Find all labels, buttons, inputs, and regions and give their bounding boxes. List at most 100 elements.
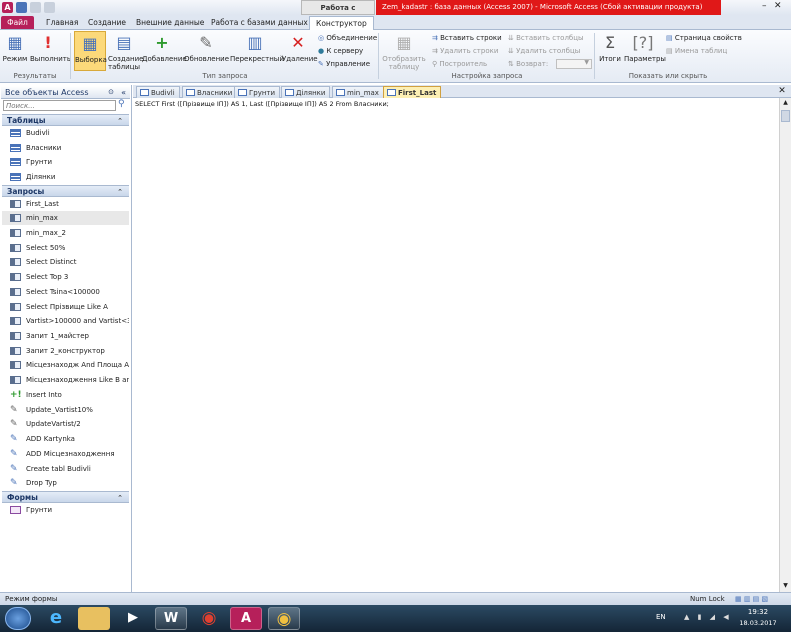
media-player-icon[interactable]: ▶ — [117, 607, 149, 630]
nav-query-item[interactable]: ✎ Create tabl Budivli — [2, 462, 129, 476]
ie-icon[interactable]: e — [40, 607, 72, 630]
sigma-icon: Σ — [604, 33, 616, 52]
nav-table-item[interactable]: Грунти — [2, 155, 129, 169]
clock-time[interactable]: 19:32 — [742, 608, 774, 616]
scroll-thumb[interactable] — [781, 110, 790, 122]
builder-button[interactable]: ⚲ Построитель — [432, 60, 487, 68]
sql-text[interactable]: SELECT First ([Прізвище ІП]) AS 1, Last … — [135, 100, 389, 108]
nav-query-item[interactable]: Select Tsina<100000 — [2, 285, 129, 299]
doc-tab[interactable]: min_max — [332, 86, 384, 98]
return-dropdown[interactable]: ▼ — [556, 59, 592, 69]
access-icon[interactable]: A — [230, 607, 262, 630]
tray-icons[interactable]: ▲ ▮ ◢ ◀ — [684, 613, 732, 621]
view-icons[interactable]: ▦ ▥ ▤ ▧ — [735, 593, 768, 605]
section-forms[interactable]: Формы ⌃ — [2, 491, 129, 503]
nav-query-item[interactable]: ✎ ADD Місцезнаходження — [2, 447, 129, 461]
nav-query-item[interactable]: ✎ Update_Vartist10% — [2, 403, 129, 417]
nav-query-item[interactable]: Запит 2_конструктор — [2, 344, 129, 358]
group-query-setup-label: Настройка запроса — [451, 72, 523, 80]
ribbon-separator — [378, 33, 379, 79]
select-query-button[interactable]: ▦ Выборка — [74, 31, 107, 71]
nav-search-input[interactable] — [3, 100, 116, 111]
nav-query-item[interactable]: ✎ ADD Kartynka — [2, 432, 129, 446]
nav-query-item[interactable]: +! Insert Into — [2, 388, 129, 402]
tab-file[interactable]: Файл — [1, 16, 34, 29]
insert-rows-button[interactable]: ⇉ Вставить строки — [432, 34, 502, 42]
doc-tab[interactable]: Власники — [182, 86, 238, 98]
access-logo-icon[interactable]: A — [2, 2, 13, 13]
nav-query-item[interactable]: ✎ UpdateVartist/2 — [2, 417, 129, 431]
tab-design[interactable]: Конструктор — [309, 16, 374, 30]
nav-dropdown-icon[interactable]: ⊙ — [108, 86, 114, 99]
view-mode-button[interactable]: ▦ Режим — [2, 33, 28, 63]
nav-query-item[interactable]: Select 50% — [2, 241, 129, 255]
collapse-pane-icon[interactable]: « — [121, 86, 126, 99]
nav-pane-header[interactable]: Все объекты Access ⊙ « — [1, 86, 130, 99]
nav-query-item[interactable]: ✎ Drop Typ — [2, 476, 129, 490]
nav-query-item[interactable]: Місцезнаходження Like B an... — [2, 373, 129, 387]
nav-form-item[interactable]: Грунти — [2, 503, 129, 517]
doc-tab[interactable]: Ділянки — [281, 86, 331, 98]
nav-query-item[interactable]: Vartist>100000 and Vartist<3... — [2, 314, 129, 328]
chrome-window-icon[interactable]: ◉ — [268, 607, 300, 630]
union-button[interactable]: ◎ Объединение — [318, 34, 377, 42]
query-icon — [10, 376, 21, 384]
tab-database-tools[interactable]: Работа с базами данных — [205, 16, 314, 29]
nav-query-item[interactable]: min_max — [2, 211, 129, 225]
save-icon[interactable] — [16, 2, 27, 13]
tab-home[interactable]: Главная — [40, 16, 84, 29]
language-indicator[interactable]: EN — [656, 613, 666, 621]
nav-query-item[interactable]: First_Last — [2, 197, 129, 211]
parameters-icon: [?] — [632, 33, 654, 52]
close-icon[interactable]: ✕ — [774, 1, 782, 11]
undo-icon[interactable] — [30, 2, 41, 13]
update-button[interactable]: ✎ Обновление — [184, 33, 229, 63]
append-button[interactable]: + Добавление — [142, 33, 187, 63]
delete-query-button[interactable]: ✕ Удаление — [282, 33, 318, 63]
make-table-button[interactable]: ▤ Создание таблицы — [108, 33, 143, 71]
doc-tab[interactable]: Грунти — [234, 86, 281, 98]
totals-button[interactable]: Σ Итоги — [598, 33, 622, 63]
nav-query-item[interactable]: Select Distinct — [2, 255, 129, 269]
nav-query-item[interactable]: min_max_2 — [2, 226, 129, 240]
close-document-icon[interactable]: ✕ — [777, 86, 787, 96]
table-icon — [10, 158, 21, 166]
nav-query-item[interactable]: Select Top 3 — [2, 270, 129, 284]
doc-tab[interactable]: Budivli — [136, 86, 180, 98]
minimize-icon[interactable]: – — [762, 1, 767, 11]
parameters-button[interactable]: [?] Параметры — [624, 33, 666, 63]
scroll-down-icon[interactable]: ▼ — [781, 582, 790, 591]
nav-query-item[interactable]: Select Прізвище Like A — [2, 300, 129, 314]
delete-rows-button[interactable]: ⇉ Удалить строки — [432, 47, 498, 55]
search-icon[interactable]: ⚲ — [118, 99, 125, 109]
query-icon — [10, 214, 21, 222]
chrome-icon[interactable]: ◉ — [193, 607, 225, 630]
pass-through-button[interactable]: ● К серверу — [318, 47, 363, 55]
doc-tab-active[interactable]: First_Last — [383, 86, 442, 98]
crosstab-button[interactable]: ▥ Перекрестный — [230, 33, 284, 63]
tab-external-data[interactable]: Внешние данные — [130, 16, 210, 29]
section-queries[interactable]: Запросы ⌃ — [2, 185, 129, 197]
start-button[interactable] — [5, 607, 31, 630]
vertical-scrollbar[interactable]: ▲ ▼ — [779, 98, 791, 592]
tab-create[interactable]: Создание — [82, 16, 132, 29]
nav-query-item[interactable]: Місцезнаходж And Площа А... — [2, 358, 129, 372]
delete-columns-button[interactable]: ⇊ Удалить столбцы — [508, 47, 580, 55]
show-table-button[interactable]: ▦ Отобразить таблицу — [382, 33, 426, 71]
run-button[interactable]: ! Выполнить — [30, 33, 71, 63]
data-definition-button[interactable]: ✎ Управление — [318, 60, 370, 68]
table-names-button[interactable]: ▤ Имена таблиц — [666, 47, 727, 55]
section-tables[interactable]: Таблицы ⌃ — [2, 114, 129, 126]
property-sheet-button[interactable]: ▤ Страница свойств — [666, 34, 742, 42]
insert-columns-button[interactable]: ⇊ Вставить столбцы — [508, 34, 584, 42]
redo-icon[interactable] — [44, 2, 55, 13]
nav-table-item[interactable]: Ділянки — [2, 170, 129, 184]
scroll-up-icon[interactable]: ▲ — [781, 99, 790, 108]
nav-table-item[interactable]: Budivli — [2, 126, 129, 140]
nav-table-item[interactable]: Власники — [2, 141, 129, 155]
word-icon[interactable]: W — [155, 607, 187, 630]
nav-query-item[interactable]: Запит 1_майстер — [2, 329, 129, 343]
sql-editor[interactable]: SELECT First ([Прізвище ІП]) AS 1, Last … — [133, 98, 779, 592]
clock-date[interactable]: 18.03.2017 — [738, 619, 778, 627]
explorer-icon[interactable] — [78, 607, 110, 630]
